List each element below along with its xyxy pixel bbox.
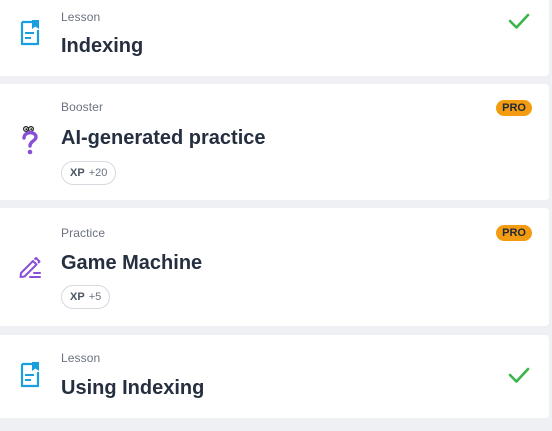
lesson-list: Lesson Indexing Booster AI-generated pra… xyxy=(0,0,549,431)
xp-value: +5 xyxy=(88,291,102,303)
lesson-document-icon xyxy=(17,362,43,388)
list-item-using-indexing[interactable]: Lesson Using Indexing xyxy=(0,335,549,418)
question-mark-icon xyxy=(17,126,43,155)
check-icon xyxy=(507,9,531,33)
xp-label: XP xyxy=(70,291,85,303)
item-title[interactable]: Indexing xyxy=(61,35,143,58)
xp-label: XP xyxy=(70,167,85,179)
pro-badge: PRO xyxy=(496,225,532,241)
pencil-icon xyxy=(17,254,43,280)
xp-reward-pill: XP +20 xyxy=(61,161,117,185)
item-type-label: Booster xyxy=(61,100,104,114)
item-type-label: Practice xyxy=(61,226,106,240)
xp-value: +20 xyxy=(88,167,108,179)
pro-badge: PRO xyxy=(496,100,532,116)
item-title[interactable]: AI-generated practice xyxy=(61,127,266,150)
item-type-label: Lesson xyxy=(61,10,101,24)
list-item-indexing[interactable]: Lesson Indexing xyxy=(0,0,549,76)
item-title[interactable]: Game Machine xyxy=(61,252,202,275)
xp-reward-pill: XP +5 xyxy=(61,285,111,309)
item-title[interactable]: Using Indexing xyxy=(61,377,204,400)
item-type-label: Lesson xyxy=(61,351,101,365)
list-item-game-machine[interactable]: Practice Game Machine PRO XP +5 xyxy=(0,208,549,326)
check-icon xyxy=(507,363,531,387)
list-item-ai-generated-practice[interactable]: Booster AI-generated practice PRO XP +20 xyxy=(0,84,549,200)
lesson-document-icon xyxy=(17,20,43,46)
